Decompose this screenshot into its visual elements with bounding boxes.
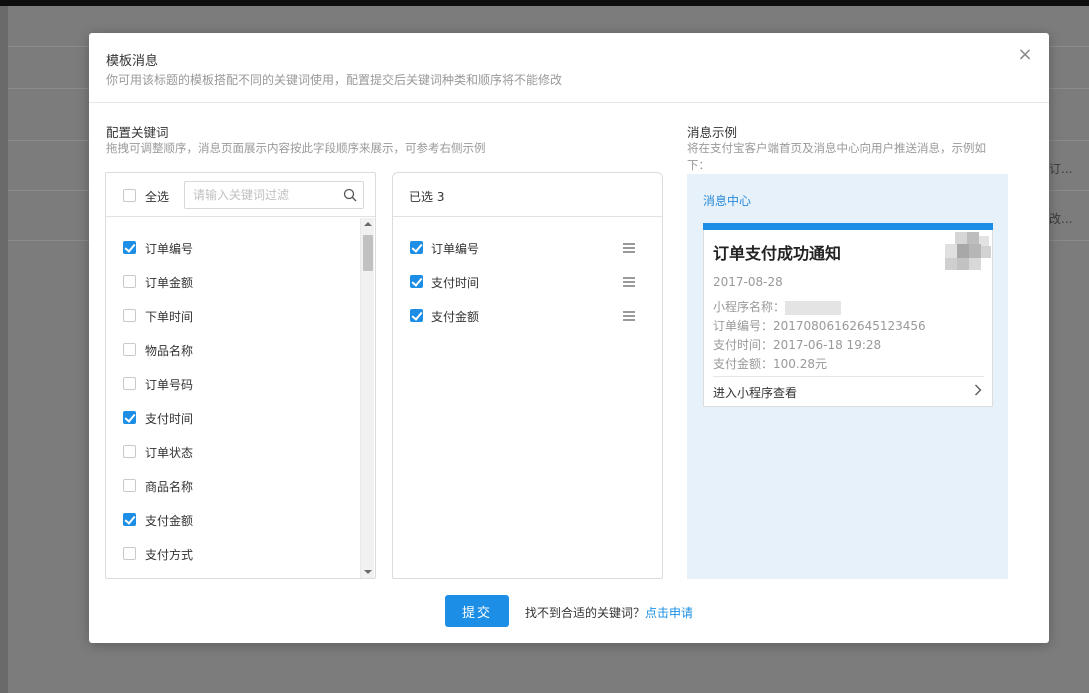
scroll-up-arrow-icon[interactable]	[364, 222, 372, 226]
dialog-title: 模板消息	[106, 54, 159, 69]
card-date: 2017-08-28	[713, 275, 783, 289]
keyword-label[interactable]: 支付方式	[145, 546, 193, 563]
drag-handle-icon[interactable]	[623, 311, 635, 321]
keyword-checkbox[interactable]	[123, 547, 136, 560]
card-pay-time: 支付时间：2017-06-18 19:28	[713, 338, 882, 352]
keyword-label[interactable]: 支付时间	[145, 410, 193, 427]
keyword-list-panel: 全选 订单编号 订单金额 下单时间 物品名称 订单号码 支付时间	[105, 172, 376, 579]
page-row-text: 订...	[1049, 162, 1073, 176]
message-example-desc-line: 将在支付宝客户端首页及消息中心向用户推送消息，示例如	[687, 141, 986, 155]
message-example-desc: 将在支付宝客户端首页及消息中心向用户推送消息，示例如 下：	[687, 140, 1017, 174]
template-message-dialog: 模板消息 你可用该标题的模板搭配不同的关键词使用，配置提交后关键词种类和顺序将不…	[89, 33, 1049, 643]
submit-button[interactable]: 提交	[445, 595, 509, 627]
keyword-checkbox[interactable]	[123, 377, 136, 390]
selected-keywords-header: 已选 3	[393, 173, 662, 217]
keyword-checkbox[interactable]	[123, 445, 136, 458]
chevron-right-icon	[975, 384, 982, 396]
message-example-desc-line: 下：	[687, 158, 710, 172]
page-left-strip	[0, 6, 8, 693]
card-app-name: 小程序名称：	[713, 298, 842, 315]
selected-keyword-label: 支付金额	[431, 310, 480, 324]
notification-card: 订单支付成功通知 2017-08-28 小程序名称： 订单编号：20170806…	[703, 223, 993, 407]
scroll-thumb[interactable]	[363, 235, 373, 271]
message-example-title: 消息示例	[687, 125, 738, 140]
keyword-list-header: 全选	[106, 173, 375, 217]
close-icon[interactable]: ×	[1017, 46, 1033, 64]
selected-keyword-checkbox[interactable]	[410, 309, 423, 322]
selected-keyword-checkbox[interactable]	[410, 241, 423, 254]
card-order-number: 订单编号：20170806162645123456	[713, 319, 926, 333]
keyword-label[interactable]: 商品名称	[145, 478, 193, 495]
footer-hint-text: 找不到合适的关键词？	[525, 606, 646, 620]
keyword-checkbox[interactable]	[123, 309, 136, 322]
keyword-search-input[interactable]	[193, 187, 338, 203]
keyword-checkbox[interactable]	[123, 275, 136, 288]
keyword-label[interactable]: 支付金额	[145, 512, 193, 529]
config-keywords-desc: 拖拽可调整顺序，消息页面展示内容按此字段顺序来展示，可参考右侧示例	[106, 141, 486, 155]
keyword-checkbox[interactable]	[123, 479, 136, 492]
selected-count: 已选 3	[409, 190, 445, 204]
keyword-label[interactable]: 物品名称	[145, 342, 193, 359]
keyword-checkbox[interactable]	[123, 411, 136, 424]
keyword-label[interactable]: 订单状态	[145, 444, 193, 461]
keyword-checkbox[interactable]	[123, 513, 136, 526]
message-center-label: 消息中心	[703, 194, 752, 208]
app-avatar-icon	[945, 232, 991, 270]
search-icon[interactable]	[343, 188, 357, 202]
dialog-header: 模板消息 你可用该标题的模板搭配不同的关键词使用，配置提交后关键词种类和顺序将不…	[89, 33, 1049, 103]
scroll-down-arrow-icon[interactable]	[364, 570, 372, 574]
selected-keyword-label: 支付时间	[431, 276, 480, 290]
page-row-text: 改...	[1049, 212, 1073, 226]
select-all-checkbox[interactable]	[123, 189, 136, 202]
keyword-list-scrollbar[interactable]	[360, 218, 374, 578]
selected-keywords-panel: 已选 3 订单编号 支付时间 支付金额	[392, 172, 663, 579]
keyword-checkbox[interactable]	[123, 343, 136, 356]
selected-keyword-label: 订单编号	[431, 242, 480, 256]
card-app-name-label: 小程序名称：	[713, 300, 786, 314]
drag-handle-icon[interactable]	[623, 243, 635, 253]
apply-keyword-link[interactable]: 点击申请	[645, 606, 693, 620]
footer-hint: 找不到合适的关键词？点击申请	[525, 604, 693, 621]
blurred-app-name	[785, 300, 842, 315]
keyword-label[interactable]: 下单时间	[145, 308, 193, 325]
keyword-label[interactable]: 订单号码	[145, 376, 193, 393]
card-divider	[713, 376, 984, 377]
card-title: 订单支付成功通知	[713, 244, 842, 263]
enter-mini-program-link[interactable]: 进入小程序查看	[713, 384, 797, 401]
keyword-label[interactable]: 订单编号	[145, 240, 193, 257]
selected-keyword-checkbox[interactable]	[410, 275, 423, 288]
config-keywords-title: 配置关键词	[106, 125, 169, 140]
keyword-search-box	[184, 181, 364, 209]
keyword-checkbox[interactable]	[123, 241, 136, 254]
dialog-subtitle: 你可用该标题的模板搭配不同的关键词使用，配置提交后关键词种类和顺序将不能修改	[106, 73, 563, 87]
select-all-label: 全选	[145, 190, 170, 204]
keyword-label[interactable]: 订单金额	[145, 274, 193, 291]
card-pay-amount: 支付金额：100.28元	[713, 357, 827, 371]
drag-handle-icon[interactable]	[623, 277, 635, 287]
message-preview: 消息中心 订单支付成功通知 2017-08-28 小程序名称： 订单编号：201…	[687, 174, 1008, 579]
page-top-bar	[0, 0, 1089, 6]
